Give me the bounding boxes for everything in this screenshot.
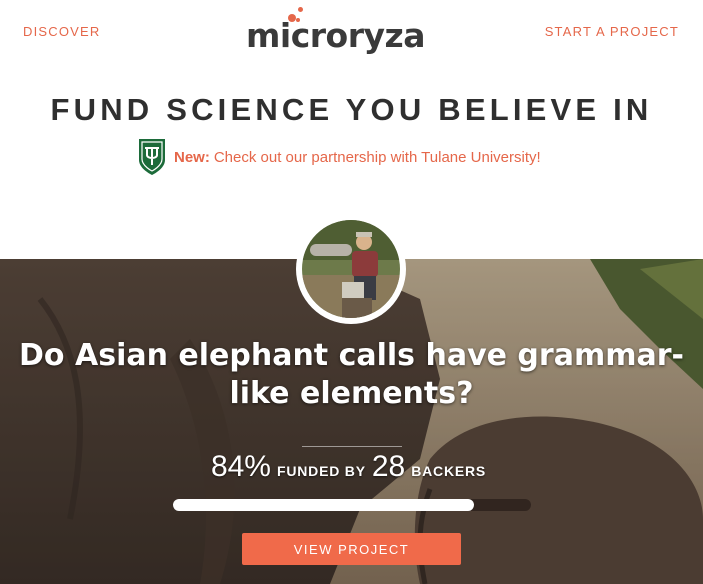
microryza-logo[interactable]: microryza — [246, 4, 458, 56]
researcher-avatar[interactable] — [296, 214, 406, 324]
nav-start-project-link[interactable]: START A PROJECT — [545, 24, 679, 39]
view-project-button[interactable]: VIEW PROJECT — [242, 533, 461, 565]
partner-prefix: New: — [174, 148, 210, 166]
researcher-photo — [302, 220, 400, 318]
partner-text[interactable]: New: Check out our partnership with Tulan… — [174, 149, 541, 166]
page-tagline: FUND SCIENCE YOU BELIEVE IN — [50, 92, 653, 127]
logo-text: microryza — [246, 16, 425, 55]
partner-announcement[interactable]: New: Check out our partnership with Tulan… — [138, 138, 541, 176]
percent-funded: 84% — [210, 450, 271, 483]
backers-label: BACKERS — [411, 463, 487, 479]
stats-divider — [302, 446, 402, 447]
logo-dot — [298, 7, 303, 12]
project-title[interactable]: Do Asian elephant calls have grammar-lik… — [0, 337, 703, 413]
partner-message: Check out our partnership with Tulane Un… — [213, 148, 541, 166]
tulane-shield-icon — [139, 139, 165, 175]
nav-discover-link[interactable]: DISCOVER — [23, 24, 101, 39]
funding-progress-bar — [173, 499, 531, 511]
funded-by-label: FUNDED BY — [276, 463, 366, 479]
funding-stats: 84% FUNDED BY 28 BACKERS — [0, 450, 703, 484]
funding-progress-fill — [173, 499, 474, 511]
backers-count: 28 — [371, 450, 406, 483]
